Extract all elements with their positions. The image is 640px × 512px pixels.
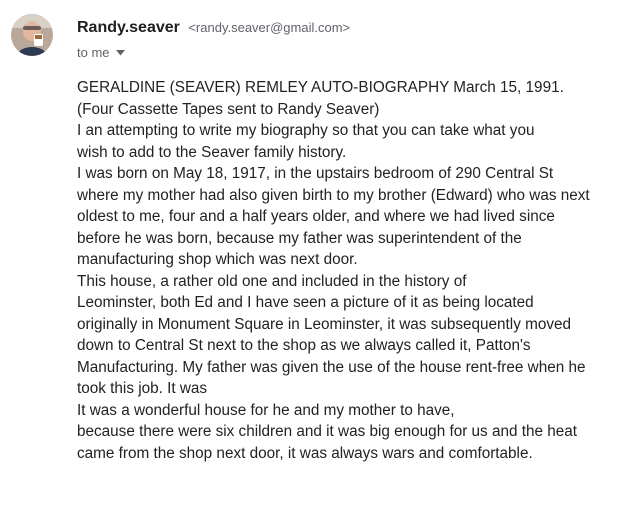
email-body-line: wish to add to the Seaver family history… — [77, 143, 347, 161]
user-photo-avatar-icon — [11, 14, 53, 56]
email-body-line: down to Central St next to the shop as w… — [77, 337, 531, 354]
email-body-line: GERALDINE (SEAVER) REMLEY AUTO-BIOGRAPHY… — [77, 79, 564, 96]
email-body-line: It was a wonderful house for he and my m… — [77, 401, 455, 419]
sender-email: <randy.seaver@gmail.com> — [188, 20, 351, 35]
recipient-details-toggle[interactable]: to me — [77, 45, 125, 60]
email-body-line: oldest to me, four and a half years olde… — [77, 208, 555, 225]
email-body-line: manufacturing shop which was next door. — [77, 251, 358, 268]
email-body-line-clipped — [77, 464, 632, 473]
sender-header: Randy.seaver <randy.seaver@gmail.com> — [77, 19, 350, 37]
email-body-line: took this job. It was — [77, 380, 208, 397]
email-body-line: where my mother had also given birth to … — [77, 186, 590, 204]
sender-name[interactable]: Randy.seaver — [77, 19, 180, 36]
recipient-label: to me — [77, 45, 110, 60]
email-body-line: came from the shop next door, it was alw… — [77, 444, 533, 462]
email-body-line: This house, a rather old one and include… — [77, 272, 467, 290]
email-body-line: Leominster, both Ed and I have seen a pi… — [77, 294, 534, 311]
email-body: GERALDINE (SEAVER) REMLEY AUTO-BIOGRAPHY… — [77, 77, 632, 473]
caret-down-icon — [115, 49, 125, 55]
email-body-line: originally in Monument Square in Leomins… — [77, 315, 572, 333]
email-body-line: I an attempting to write my biography so… — [77, 122, 535, 139]
email-body-line: (Four Cassette Tapes sent to Randy Seave… — [77, 100, 380, 118]
sender-avatar[interactable] — [11, 14, 53, 56]
email-body-line: because there were six children and it w… — [77, 423, 578, 440]
email-body-line: before he was born, because my father wa… — [77, 229, 522, 247]
email-body-line: I was born on May 18, 1917, in the upsta… — [77, 165, 554, 182]
email-body-line: Manufacturing. My father was given the u… — [77, 358, 586, 376]
